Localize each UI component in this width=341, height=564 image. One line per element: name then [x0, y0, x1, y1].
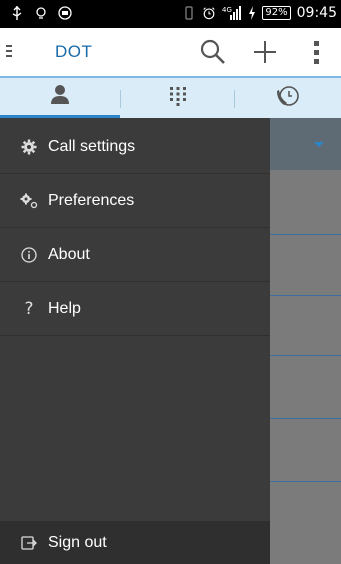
list-divider — [270, 418, 341, 419]
signal-icon: 4G — [222, 5, 242, 21]
app-bar: DOT — [0, 28, 341, 76]
notification-icons — [10, 5, 72, 21]
vibrate-icon — [182, 5, 196, 21]
list-divider — [270, 234, 341, 235]
chevron-down-icon — [314, 142, 324, 147]
bulb-icon — [34, 5, 48, 21]
sign-out-label: Sign out — [48, 533, 107, 551]
sign-out-button[interactable]: Sign out — [0, 521, 270, 564]
tab-bar — [0, 76, 341, 118]
menu-icon[interactable] — [6, 45, 12, 57]
call-history-icon — [276, 84, 300, 113]
tab-call-history[interactable] — [235, 78, 341, 118]
drawer-item-label: Call settings — [48, 137, 136, 155]
drawer-item-help[interactable]: ? Help — [0, 282, 270, 336]
gears-icon — [20, 192, 38, 210]
sign-out-icon — [20, 534, 38, 552]
search-icon[interactable] — [198, 37, 228, 67]
alarm-icon — [202, 5, 216, 21]
drawer-item-label: About — [48, 245, 90, 263]
drawer-item-call-settings[interactable]: Call settings — [0, 120, 270, 174]
dialpad-icon — [168, 85, 188, 112]
contacts-icon — [49, 83, 71, 110]
drawer-item-preferences[interactable]: Preferences — [0, 174, 270, 228]
svg-text:4G: 4G — [222, 6, 232, 14]
drawer-item-about[interactable]: About — [0, 228, 270, 282]
background-header — [270, 118, 341, 170]
list-divider — [270, 295, 341, 296]
list-divider — [270, 355, 341, 356]
app-notification-icon — [58, 5, 72, 21]
app-title: DOT — [55, 42, 93, 61]
list-divider — [270, 481, 341, 482]
add-icon[interactable] — [250, 37, 280, 67]
battery-level: 92% — [262, 6, 291, 20]
navigation-drawer: Call settings Preferences About ? Help — [0, 118, 270, 564]
drawer-item-label: Help — [48, 299, 81, 317]
status-bar: 4G 92% 09:45 — [0, 0, 341, 28]
tab-contacts[interactable] — [0, 78, 120, 118]
info-icon — [20, 246, 38, 264]
clock: 09:45 — [296, 5, 337, 21]
drawer-item-label: Preferences — [48, 191, 135, 209]
gear-icon — [20, 138, 38, 156]
help-icon: ? — [24, 298, 34, 319]
usb-icon — [10, 5, 24, 21]
charging-icon — [248, 5, 256, 21]
tab-dialpad[interactable] — [121, 78, 234, 118]
overflow-icon[interactable] — [307, 37, 327, 67]
system-icons: 4G 92% 09:45 — [182, 5, 337, 21]
